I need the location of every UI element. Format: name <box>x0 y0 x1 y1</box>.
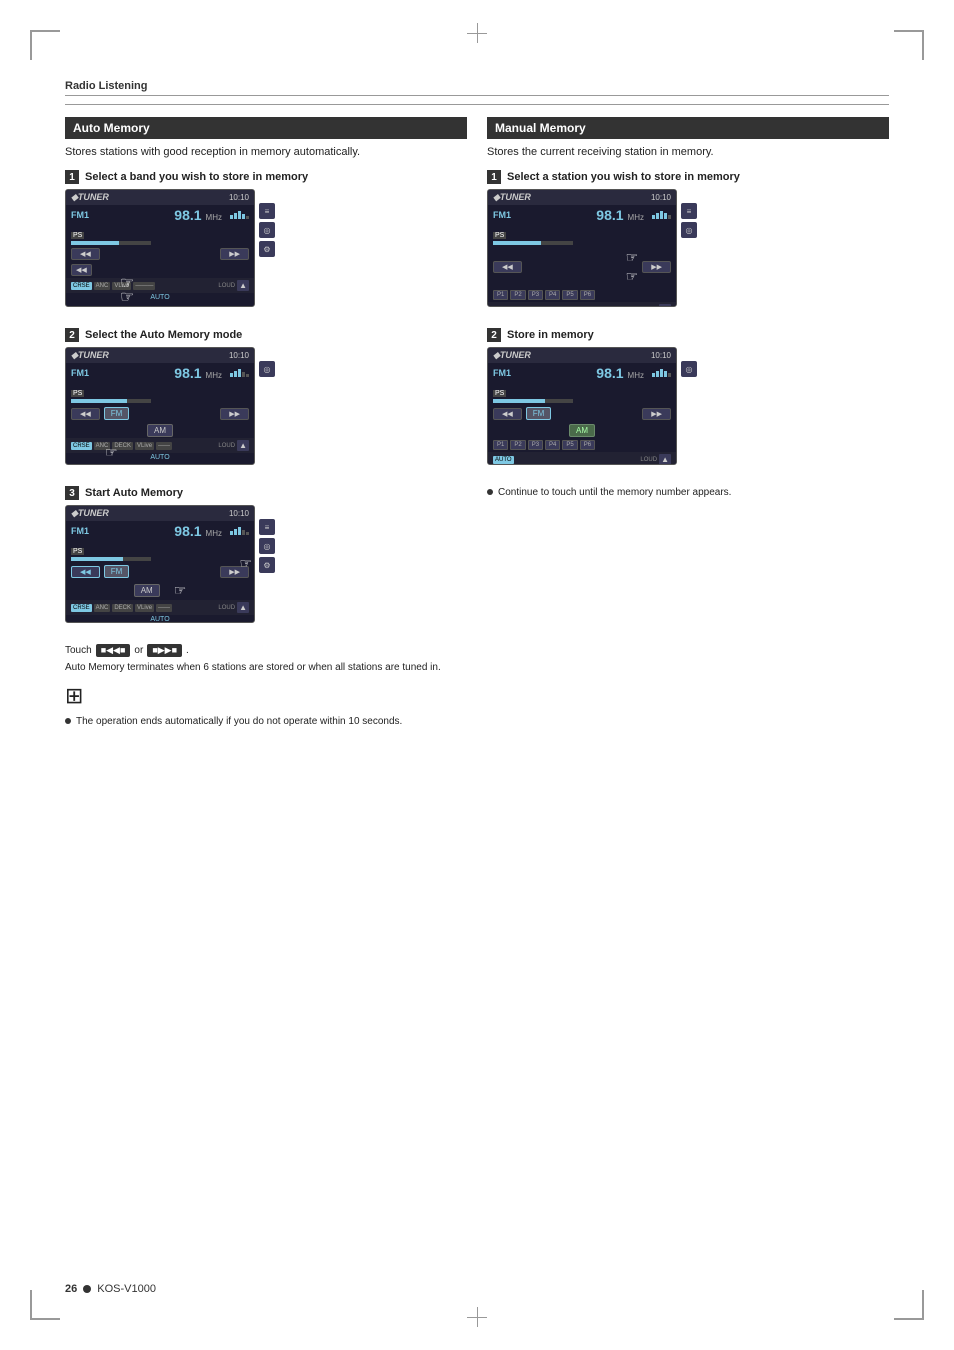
auto-memory-step-2: 2 Select the Auto Memory mode ◆TUNER 10:… <box>65 328 467 476</box>
footer-dot <box>83 1285 91 1293</box>
corner-mark-br <box>894 1290 924 1320</box>
mm-step-1-label: Select a station you wish to store in me… <box>507 171 740 183</box>
next-btn-icon: ■▶▶■ <box>147 644 182 657</box>
step-1-label: Select a band you wish to store in memor… <box>85 171 308 183</box>
page-number: 26 <box>65 1283 77 1295</box>
tuner-screen-1: ◆TUNER 10:10 FM1 98.1 MHz <box>65 189 255 307</box>
page-footer: 26 KOS-V1000 <box>65 1283 156 1295</box>
tuner-screen-2: ◆TUNER 10:10 FM1 98.1 MHz <box>65 347 255 465</box>
mm-step-2-label: Store in memory <box>507 329 594 341</box>
mm-tuner-screen-1: ◆TUNER 10:10 FM1 98.1 MHz <box>487 189 677 307</box>
manual-memory-desc: Stores the current receiving station in … <box>487 145 889 160</box>
tuner-screen-1-wrap: ◆TUNER 10:10 FM1 98.1 MHz <box>65 189 255 315</box>
auto-memory-step-3: 3 Start Auto Memory ◆TUNER 10:10 FM1 98.… <box>65 486 467 634</box>
auto-memory-section: Auto Memory Stores stations with good re… <box>65 117 467 729</box>
note-icon: ⊞ <box>65 683 83 709</box>
corner-mark-tr <box>894 30 924 60</box>
bullet-note-1: The operation ends automatically if you … <box>65 715 467 729</box>
main-content: Auto Memory Stores stations with good re… <box>65 117 889 729</box>
section-title: Radio Listening <box>65 80 148 92</box>
manual-memory-step-1: 1 Select a station you wish to store in … <box>487 170 889 318</box>
corner-mark-bl <box>30 1290 60 1320</box>
section-header: Radio Listening <box>65 80 889 96</box>
auto-memory-title: Auto Memory <box>65 117 467 139</box>
auto-memory-desc: Stores stations with good reception in m… <box>65 145 467 160</box>
step-3-label: Start Auto Memory <box>85 487 183 499</box>
tuner-display-1: FM1 98.1 MHz <box>66 205 254 225</box>
mm-step-number-2: 2 <box>487 328 501 342</box>
note-row: ⊞ <box>65 683 467 709</box>
mm-step-number-1: 1 <box>487 170 501 184</box>
touch-instruction: Touch ■◀◀■ or ■▶▶■ . <box>65 644 467 657</box>
auto-memory-step-1: 1 Select a band you wish to store in mem… <box>65 170 467 318</box>
mm-tuner-screen-2: ◆TUNER 10:10 FM1 98.1 MHz <box>487 347 677 465</box>
prev-btn-icon: ■◀◀■ <box>96 644 131 657</box>
crosshair-bottom <box>467 1307 487 1327</box>
step-number-2: 2 <box>65 328 79 342</box>
divider <box>65 104 889 105</box>
tuner-screen-3: ◆TUNER 10:10 FM1 98.1 MHz <box>65 505 255 623</box>
step-2-label: Select the Auto Memory mode <box>85 329 242 341</box>
auto-memory-end-note: Auto Memory terminates when 6 stations a… <box>65 661 467 675</box>
tuner-source-row-1: CRSE ANC VLive ——— LOUD ▲ <box>66 278 254 293</box>
tuner-header-1: ◆TUNER 10:10 <box>66 190 254 205</box>
step-number-3: 3 <box>65 486 79 500</box>
manual-memory-step-2: 2 Store in memory ◆TUNER 10:10 FM1 98.1 … <box>487 328 889 476</box>
manual-memory-section: Manual Memory Stores the current receivi… <box>487 117 889 729</box>
step-number-1: 1 <box>65 170 79 184</box>
manual-memory-title: Manual Memory <box>487 117 889 139</box>
model-name: KOS-V1000 <box>97 1283 156 1295</box>
corner-mark-tl <box>30 30 60 60</box>
continue-note: Continue to touch until the memory numbe… <box>487 486 889 500</box>
crosshair-top <box>467 23 487 43</box>
